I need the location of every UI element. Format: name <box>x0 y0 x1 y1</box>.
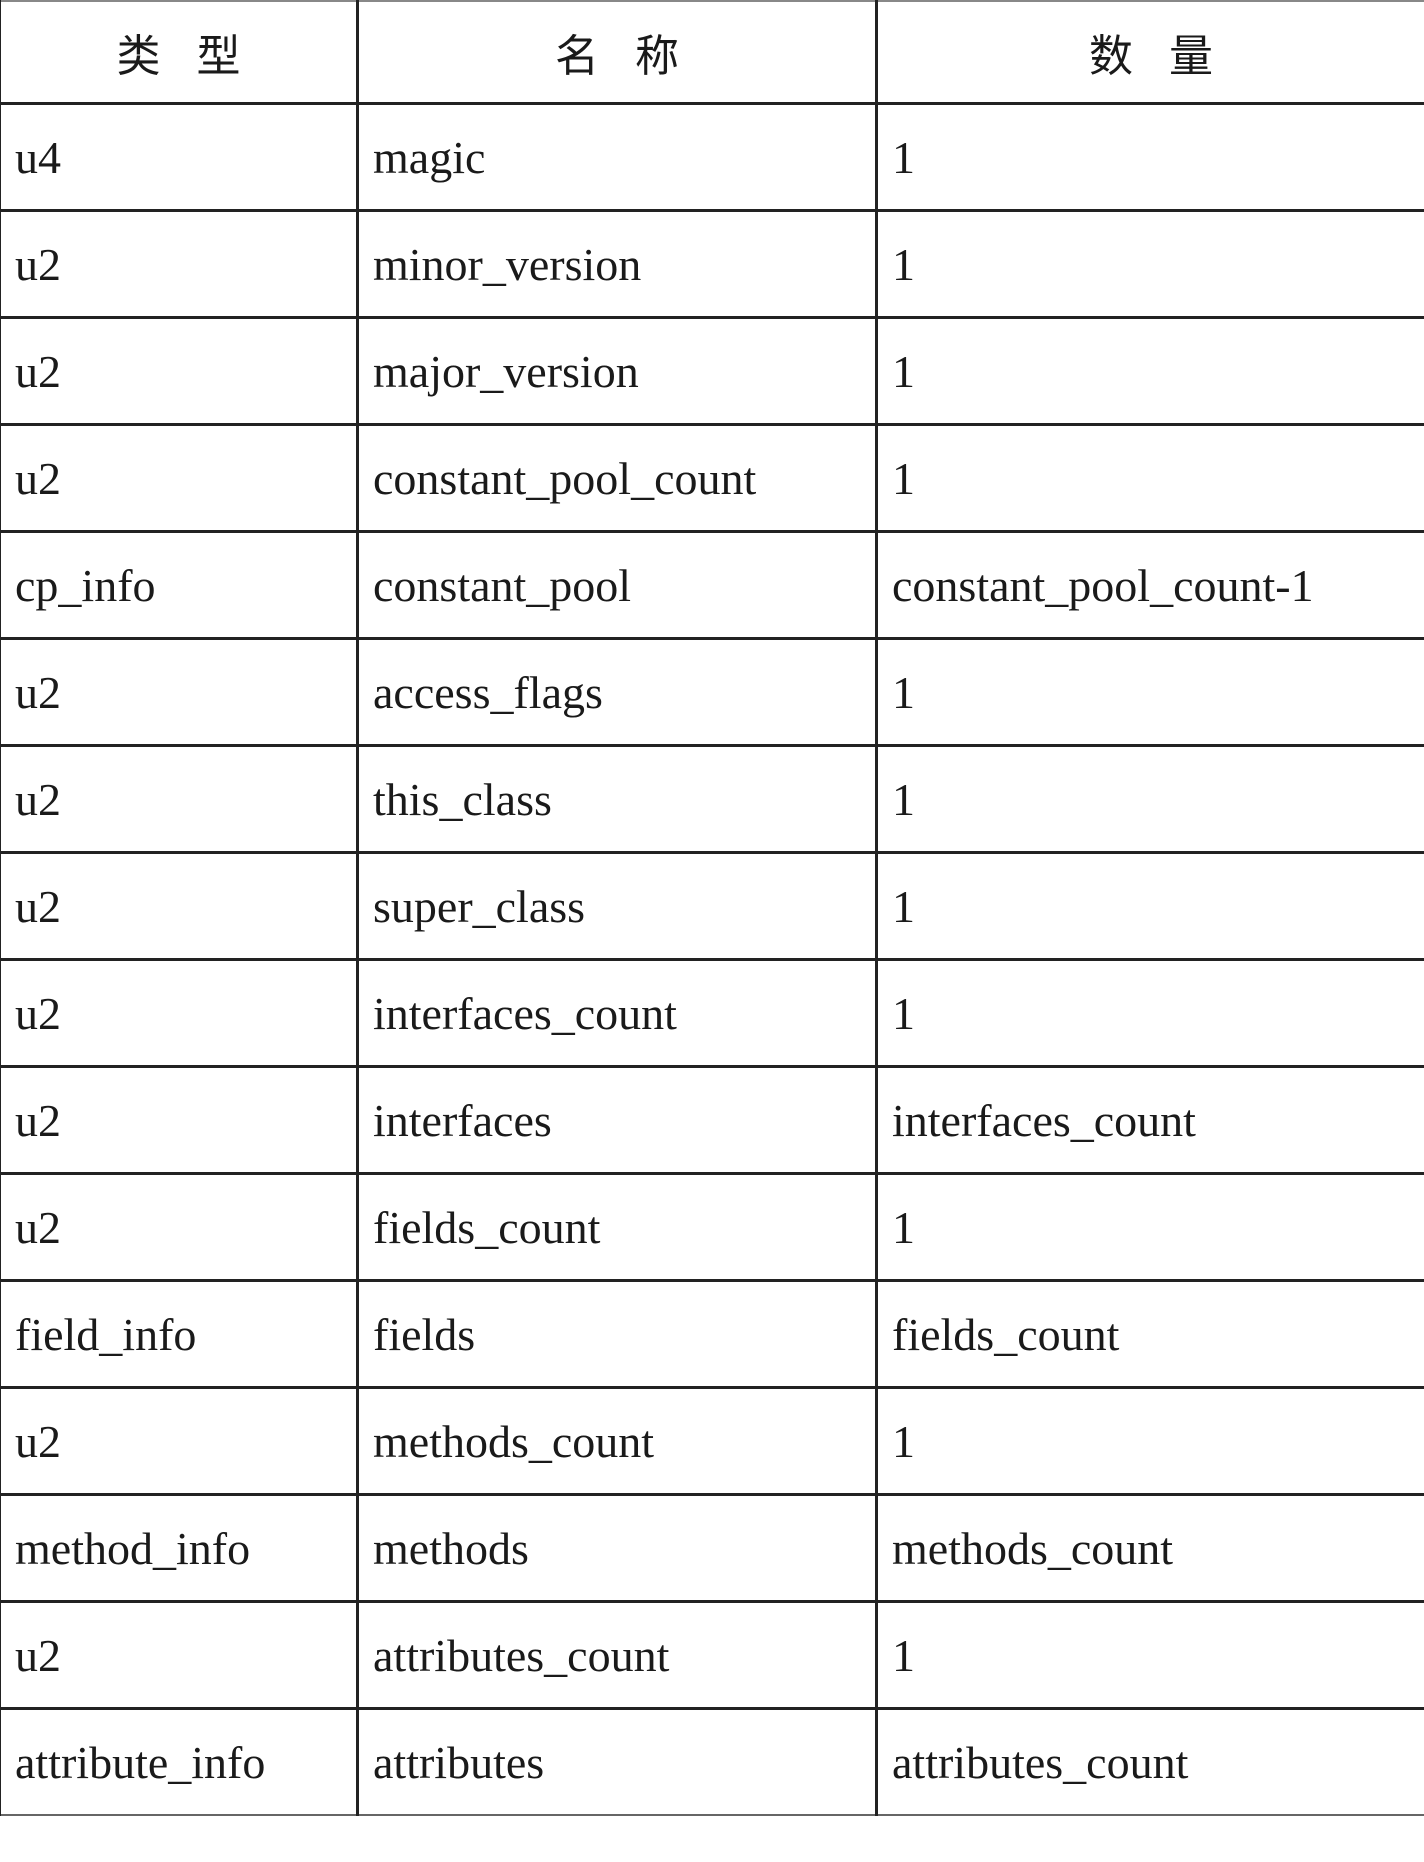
cell-count: 1 <box>875 1386 1424 1496</box>
cell-type: u2 <box>0 316 359 426</box>
cell-type: u2 <box>0 637 359 747</box>
cell-name: methods <box>356 1493 878 1603</box>
table-row: u4 magic 1 <box>0 102 1424 212</box>
cell-type: field_info <box>0 1279 359 1389</box>
table-row: u2 attributes_count 1 <box>0 1600 1424 1710</box>
table-row: attribute_info attributes attributes_count <box>0 1707 1424 1816</box>
cell-count: 1 <box>875 744 1424 854</box>
table-row: field_info fields fields_count <box>0 1279 1424 1389</box>
cell-name: major_version <box>356 316 878 426</box>
cell-count: attributes_count <box>875 1707 1424 1816</box>
cell-count: interfaces_count <box>875 1065 1424 1175</box>
cell-type: u2 <box>0 851 359 961</box>
cell-count: methods_count <box>875 1493 1424 1603</box>
cell-name: access_flags <box>356 637 878 747</box>
cell-count: constant_pool_count-1 <box>875 530 1424 640</box>
cell-count: 1 <box>875 316 1424 426</box>
cell-count: 1 <box>875 1600 1424 1710</box>
table-row: method_info methods methods_count <box>0 1493 1424 1603</box>
cell-count: 1 <box>875 958 1424 1068</box>
table-row: u2 super_class 1 <box>0 851 1424 961</box>
cell-type: cp_info <box>0 530 359 640</box>
cell-type: u2 <box>0 1065 359 1175</box>
cell-type: u2 <box>0 423 359 533</box>
cell-name: fields_count <box>356 1172 878 1282</box>
header-name: 名称 <box>356 0 878 105</box>
cell-type: u2 <box>0 958 359 1068</box>
cell-count: 1 <box>875 209 1424 319</box>
cell-type: u4 <box>0 102 359 212</box>
cell-type: u2 <box>0 744 359 854</box>
cell-type: attribute_info <box>0 1707 359 1816</box>
table-row: cp_info constant_pool constant_pool_count-… <box>0 530 1424 640</box>
cell-name: fields <box>356 1279 878 1389</box>
cell-type: method_info <box>0 1493 359 1603</box>
cell-name: minor_version <box>356 209 878 319</box>
cell-count: 1 <box>875 423 1424 533</box>
cell-name: magic <box>356 102 878 212</box>
cell-name: this_class <box>356 744 878 854</box>
cell-type: u2 <box>0 209 359 319</box>
cell-count: 1 <box>875 851 1424 961</box>
cell-type: u2 <box>0 1600 359 1710</box>
table-row: u2 fields_count 1 <box>0 1172 1424 1282</box>
class-file-structure-table: 类型 名称 数量 u4 magic 1 u2 minor_version 1 u2 major… <box>0 0 1424 1816</box>
header-row: 类型 名称 数量 <box>0 0 1424 105</box>
header-type: 类型 <box>0 0 359 105</box>
cell-name: attributes <box>356 1707 878 1816</box>
table-row: u2 methods_count 1 <box>0 1386 1424 1496</box>
cell-count: 1 <box>875 637 1424 747</box>
table-row: u2 interfaces interfaces_count <box>0 1065 1424 1175</box>
cell-name: constant_pool_count <box>356 423 878 533</box>
cell-name: attributes_count <box>356 1600 878 1710</box>
cell-name: methods_count <box>356 1386 878 1496</box>
table-row: u2 constant_pool_count 1 <box>0 423 1424 533</box>
cell-name: interfaces <box>356 1065 878 1175</box>
table-row: u2 major_version 1 <box>0 316 1424 426</box>
cell-count: 1 <box>875 1172 1424 1282</box>
cell-name: constant_pool <box>356 530 878 640</box>
cell-name: interfaces_count <box>356 958 878 1068</box>
cell-type: u2 <box>0 1386 359 1496</box>
cell-count: 1 <box>875 102 1424 212</box>
table-row: u2 minor_version 1 <box>0 209 1424 319</box>
cell-type: u2 <box>0 1172 359 1282</box>
header-count: 数量 <box>875 0 1424 105</box>
table-row: u2 access_flags 1 <box>0 637 1424 747</box>
cell-count: fields_count <box>875 1279 1424 1389</box>
table-row: u2 interfaces_count 1 <box>0 958 1424 1068</box>
table-row: u2 this_class 1 <box>0 744 1424 854</box>
cell-name: super_class <box>356 851 878 961</box>
